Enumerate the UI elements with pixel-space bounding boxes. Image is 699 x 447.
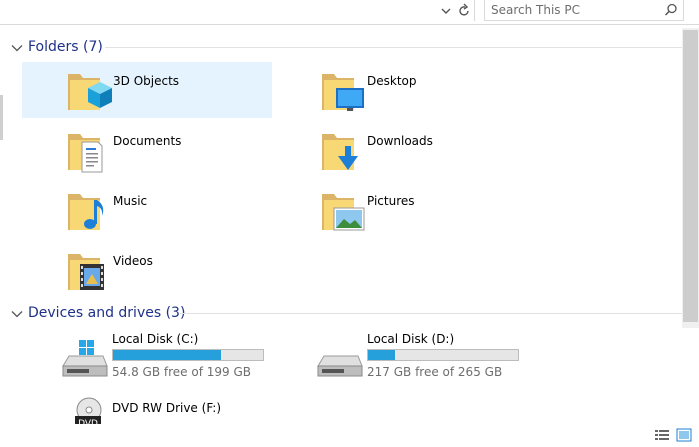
pictures-folder-icon — [320, 186, 368, 234]
videos-folder-icon — [66, 246, 114, 294]
drive-label: Local Disk (D:) — [367, 332, 455, 346]
folder-downloads[interactable]: Downloads — [276, 122, 526, 178]
refresh-icon[interactable] — [456, 0, 472, 21]
folder-music[interactable]: Music — [22, 182, 272, 238]
drive-local-disk-c[interactable]: Local Disk (C:) 54.8 GB free of 199 GB — [21, 328, 271, 384]
search-input[interactable] — [491, 2, 651, 18]
drive-usage-bar — [112, 349, 264, 361]
folder-documents[interactable]: Documents — [22, 122, 272, 178]
desktop-folder-icon — [320, 66, 368, 114]
details-view-icon[interactable] — [654, 427, 670, 443]
drive-label: DVD RW Drive (F:) — [112, 401, 222, 415]
drive-usage-fill — [113, 350, 221, 360]
drive-usage-fill — [368, 350, 395, 360]
folder-pictures[interactable]: Pictures — [276, 182, 526, 238]
group-title: Devices and drives (3) — [28, 305, 186, 321]
group-header-folders[interactable]: Folders (7) — [10, 37, 682, 59]
scrollbar-thumb[interactable] — [683, 30, 698, 322]
drive-free-space: 54.8 GB free of 199 GB — [112, 365, 251, 379]
documents-folder-icon — [66, 126, 114, 174]
status-bar — [0, 424, 699, 447]
music-folder-icon — [66, 186, 114, 234]
drive-local-disk-d[interactable]: Local Disk (D:) 217 GB free of 265 GB — [276, 328, 526, 384]
folder-3d-objects[interactable]: 3D Objects — [22, 62, 272, 118]
disk-icon — [314, 340, 364, 380]
downloads-folder-icon — [320, 126, 368, 174]
folder-label: Desktop — [367, 74, 417, 88]
folder-label: Downloads — [367, 134, 433, 148]
group-header-devices[interactable]: Devices and drives (3) — [10, 303, 682, 325]
3d-objects-folder-icon — [66, 66, 114, 114]
folder-desktop[interactable]: Desktop — [276, 62, 526, 118]
group-divider — [180, 313, 682, 314]
group-title: Folders (7) — [28, 39, 103, 55]
chevron-down-icon[interactable] — [10, 306, 24, 320]
folder-videos[interactable]: Videos — [22, 242, 272, 298]
folder-label: 3D Objects — [113, 74, 180, 88]
search-box[interactable] — [484, 0, 684, 21]
drive-dvd-rw[interactable]: DVD DVD RW Drive (F:) — [21, 392, 271, 429]
address-toolbar — [0, 0, 699, 25]
folder-label: Videos — [113, 254, 153, 268]
search-icon[interactable] — [663, 2, 679, 18]
drive-free-space: 217 GB free of 265 GB — [367, 365, 503, 379]
folder-label: Music — [113, 194, 148, 208]
folder-label: Documents — [113, 134, 182, 148]
navigation-pane-edge — [0, 95, 3, 140]
group-divider — [105, 47, 682, 48]
drive-label: Local Disk (C:) — [112, 332, 199, 346]
chevron-down-icon[interactable] — [10, 40, 24, 54]
folder-label: Pictures — [367, 194, 415, 208]
windows-disk-icon — [59, 340, 109, 380]
large-icons-view-icon[interactable] — [676, 427, 692, 443]
drive-usage-bar — [367, 349, 519, 361]
chevron-down-icon[interactable] — [438, 0, 454, 21]
address-bar[interactable] — [0, 0, 475, 21]
